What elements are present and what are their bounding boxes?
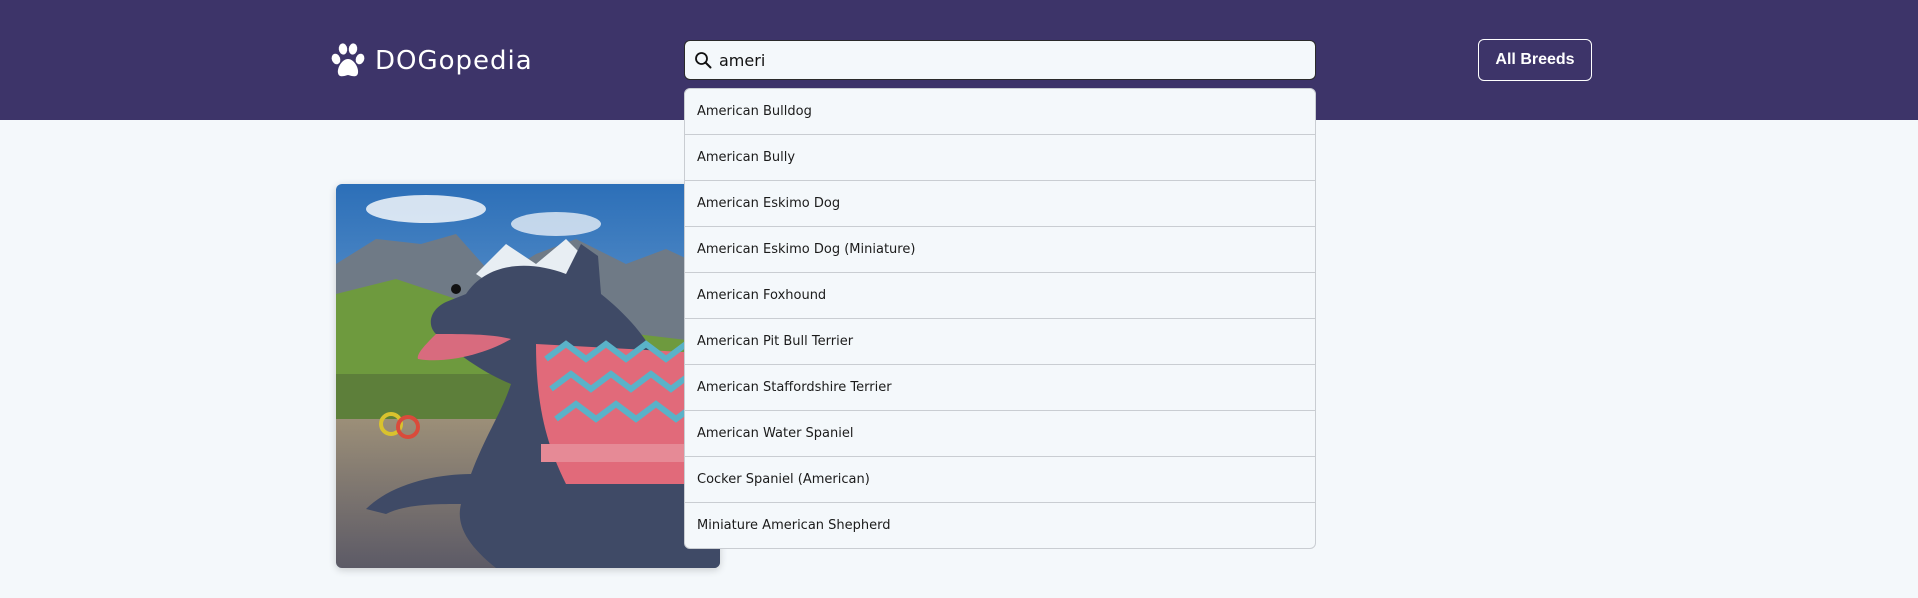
paw-icon — [331, 43, 365, 77]
brand-name: DOGopedia — [375, 46, 533, 76]
suggestion-item[interactable]: American Eskimo Dog (Miniature) — [685, 227, 1315, 273]
dog-photo — [336, 184, 720, 568]
suggestion-item[interactable]: American Staffordshire Terrier — [685, 365, 1315, 411]
suggestion-item[interactable]: American Pit Bull Terrier — [685, 319, 1315, 365]
search-suggestions: American Bulldog American Bully American… — [684, 88, 1316, 549]
all-breeds-button[interactable]: All Breeds — [1478, 39, 1592, 81]
suggestion-item[interactable]: Cocker Spaniel (American) — [685, 457, 1315, 503]
suggestion-item[interactable]: American Bulldog — [685, 89, 1315, 135]
suggestion-item[interactable]: American Foxhound — [685, 273, 1315, 319]
suggestion-item[interactable]: American Water Spaniel — [685, 411, 1315, 457]
suggestion-item[interactable]: American Bully — [685, 135, 1315, 181]
search-icon — [695, 52, 712, 69]
site-logo[interactable]: DOGopedia — [330, 42, 533, 80]
search-bar[interactable] — [684, 40, 1316, 80]
suggestion-item[interactable]: Miniature American Shepherd — [685, 503, 1315, 548]
search-input[interactable] — [719, 45, 1299, 75]
suggestion-item[interactable]: American Eskimo Dog — [685, 181, 1315, 227]
